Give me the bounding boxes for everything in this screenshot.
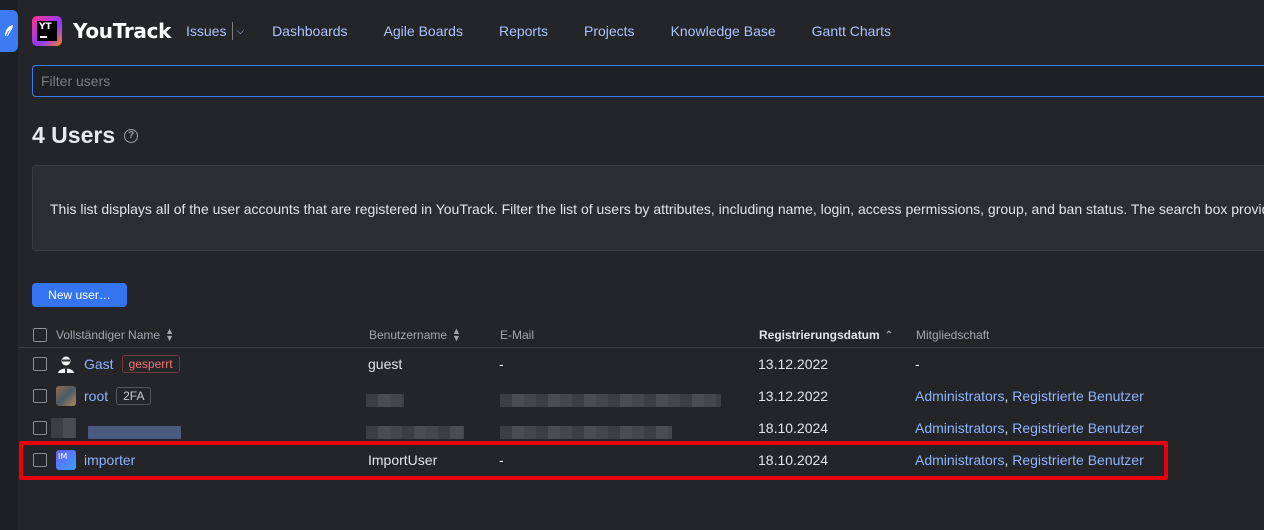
redacted-avatar — [51, 418, 76, 438]
row-checkbox[interactable] — [33, 421, 47, 435]
chevron-down-icon[interactable]: ⌵ — [236, 26, 244, 37]
user-name-link[interactable]: Gast — [84, 356, 114, 372]
page-title-text: 4 Users — [32, 122, 116, 148]
feather-icon — [5, 25, 13, 36]
membership-link[interactable]: Administrators — [915, 388, 1004, 404]
nav-dashboards[interactable]: Dashboards — [272, 23, 348, 39]
new-user-button[interactable]: New user… — [32, 283, 127, 307]
membership-link[interactable]: Administrators — [915, 420, 1004, 436]
name-cell: Gast gesperrt — [56, 354, 180, 374]
app-name: YouTrack — [73, 19, 172, 43]
filter-users-field[interactable] — [32, 65, 1264, 97]
header-registered-label: Registrierungsdatum — [759, 328, 880, 342]
sort-icon: ▲ ▼ — [165, 326, 174, 343]
nav-knowledge-base[interactable]: Knowledge Base — [671, 23, 776, 39]
membership-cell: Administrators, Registrierte Benutzer — [915, 452, 1144, 468]
guest-avatar-icon — [58, 356, 74, 373]
username-cell: ImportUser — [368, 452, 438, 468]
email-cell: - — [499, 356, 504, 372]
side-feather-button[interactable] — [0, 10, 18, 52]
nav-projects[interactable]: Projects — [584, 23, 635, 39]
membership-link[interactable]: Registrierte Benutzer — [1012, 420, 1144, 436]
name-cell: IM importer — [56, 450, 135, 470]
header-username-label: Benutzername — [369, 328, 448, 342]
app-logo[interactable]: YT YouTrack — [32, 16, 171, 46]
nav-reports[interactable]: Reports — [499, 23, 548, 39]
avatar: IM — [56, 450, 76, 470]
header-email-label: E-Mail — [500, 328, 535, 342]
redacted-name — [88, 426, 181, 439]
header-full-name-label: Vollständiger Name — [56, 328, 161, 342]
help-icon[interactable]: ? — [124, 128, 139, 143]
membership-cell: Administrators, Registrierte Benutzer — [915, 388, 1144, 404]
side-strip — [0, 0, 18, 530]
email-cell: - — [499, 452, 504, 468]
logo-initials: YT — [39, 22, 52, 32]
filter-users-input[interactable] — [33, 66, 1264, 96]
banned-badge: gesperrt — [121, 355, 180, 373]
table-header: Vollständiger Name ▲ ▼ Benutzername ▲ ▼ E-… — [18, 322, 1264, 348]
registered-cell: 13.12.2022 — [758, 388, 829, 404]
header-membership: Mitgliedschaft — [916, 328, 989, 342]
avatar — [56, 386, 76, 406]
top-navigation: YT YouTrack Issues ⌵ Dashboards Agile Bo… — [18, 0, 1264, 64]
header-full-name[interactable]: Vollständiger Name ▲ ▼ — [56, 326, 174, 343]
membership-link[interactable]: Registrierte Benutzer — [1012, 388, 1144, 404]
registered-cell: 18.10.2024 — [758, 420, 829, 436]
username-cell: guest — [368, 356, 403, 372]
membership-cell: Administrators, Registrierte Benutzer — [915, 420, 1144, 436]
redacted-email — [500, 394, 721, 407]
header-registered[interactable]: Registrierungsdatum ⌃ — [759, 328, 893, 342]
redacted-username — [366, 394, 404, 407]
page-title: 4 Users ? — [32, 122, 139, 149]
sort-icon: ▲ ▼ — [452, 326, 461, 343]
redacted-email — [500, 426, 672, 439]
select-all-checkbox[interactable] — [33, 328, 47, 342]
membership-cell: - — [915, 356, 920, 372]
table-row[interactable]: root 2FA 13.12.2022 Administrators, Regi… — [18, 380, 1264, 412]
row-checkbox[interactable] — [33, 453, 47, 467]
nav-agile-boards[interactable]: Agile Boards — [384, 23, 463, 39]
membership-link[interactable]: Registrierte Benutzer — [1012, 452, 1144, 468]
name-cell: root 2FA — [56, 386, 152, 406]
row-checkbox[interactable] — [33, 357, 47, 371]
registered-cell: 18.10.2024 — [758, 452, 829, 468]
redacted-username — [366, 426, 464, 439]
row-checkbox[interactable] — [33, 389, 47, 403]
info-text: This list displays all of the user accou… — [50, 201, 1264, 217]
table-row[interactable]: Gast gesperrt guest - 13.12.2022 - — [18, 348, 1264, 380]
header-email[interactable]: E-Mail — [500, 328, 534, 342]
two-factor-badge: 2FA — [116, 387, 152, 405]
nav-separator — [232, 22, 234, 40]
nav-issues-label[interactable]: Issues — [186, 23, 226, 39]
user-name-link[interactable]: importer — [84, 452, 135, 468]
table-row[interactable]: 18.10.2024 Administrators, Registrierte … — [18, 412, 1264, 444]
nav-issues[interactable]: Issues ⌵ — [186, 22, 244, 40]
sort-ascending-icon: ⌃ — [884, 329, 894, 341]
users-table: Vollständiger Name ▲ ▼ Benutzername ▲ ▼ E-… — [18, 322, 1264, 476]
registered-cell: 13.12.2022 — [758, 356, 829, 372]
header-membership-label: Mitgliedschaft — [916, 328, 990, 342]
info-box: This list displays all of the user accou… — [32, 165, 1264, 251]
nav-gantt-charts[interactable]: Gantt Charts — [812, 23, 891, 39]
main-nav: Issues ⌵ Dashboards Agile Boards Reports… — [186, 22, 927, 40]
user-name-link[interactable]: root — [84, 388, 108, 404]
youtrack-logo-icon: YT — [32, 16, 62, 46]
header-username[interactable]: Benutzername ▲ ▼ — [369, 326, 461, 343]
table-row[interactable]: IM importer ImportUser - 18.10.2024 Admi… — [18, 444, 1264, 476]
membership-link[interactable]: Administrators — [915, 452, 1004, 468]
